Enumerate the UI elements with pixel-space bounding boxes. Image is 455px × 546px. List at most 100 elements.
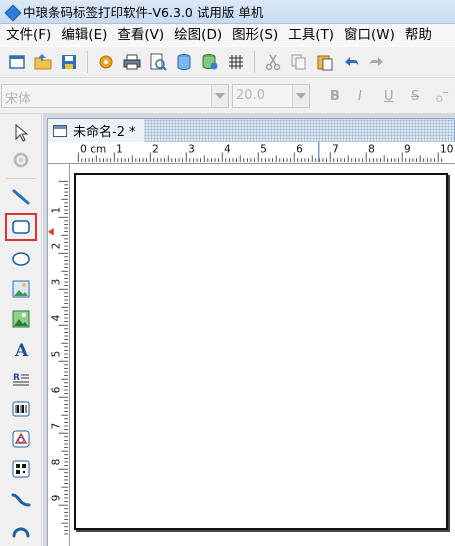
image-icon [12, 280, 30, 298]
print-button[interactable] [119, 49, 145, 75]
ruler-h-label: 5 [260, 144, 267, 156]
label-page[interactable] [74, 173, 448, 530]
ruler-h-label: 10 [440, 144, 453, 156]
rectangle-tool[interactable] [5, 213, 37, 241]
menu-view[interactable]: 查看(V) [112, 24, 169, 46]
toolbar-separator [87, 51, 88, 73]
database-icon [177, 54, 191, 71]
curve-line-icon [11, 493, 31, 507]
ruler-v-label: 7 [50, 423, 62, 430]
new-file-button[interactable] [4, 49, 30, 75]
italic-button[interactable]: I [358, 89, 362, 104]
settings-button[interactable] [93, 49, 119, 75]
font-family-select[interactable]: 宋体 [1, 84, 229, 108]
svg-text:A: A [14, 341, 29, 359]
undo-button[interactable] [338, 49, 364, 75]
new-window-icon [9, 55, 25, 69]
menu-help[interactable]: 帮助 [400, 24, 437, 46]
ruler-h-label: 6 [296, 144, 303, 156]
document-tab-strip: 未命名-2 * [47, 118, 455, 142]
menu-bar: 文件(F) 编辑(E) 查看(V) 绘图(D) 图形(S) 工具(T) 窗口(W… [0, 24, 455, 46]
ruler-v-label: 1 [50, 207, 62, 214]
select-tool[interactable] [8, 120, 34, 146]
scissors-icon [265, 54, 281, 71]
line-tool[interactable] [8, 184, 34, 210]
strikethrough-button[interactable]: S [411, 89, 419, 104]
grid-button[interactable] [223, 49, 249, 75]
cut-button[interactable] [260, 49, 286, 75]
undo-arrow-icon [345, 57, 358, 66]
menu-shape[interactable]: 图形(S) [227, 24, 283, 46]
triangle-shape-icon [12, 430, 30, 448]
shape-tool[interactable] [8, 426, 34, 452]
toolbar-separator [254, 51, 255, 73]
menu-window[interactable]: 窗口(W) [339, 24, 400, 46]
redo-button[interactable] [364, 49, 390, 75]
underline-button[interactable]: U [384, 89, 394, 104]
font-size-select[interactable]: 20.0 [232, 84, 310, 108]
open-file-button[interactable] [30, 49, 56, 75]
redo-arrow-icon [370, 57, 383, 66]
ruler-h-label: 9 [404, 144, 411, 156]
menu-file[interactable]: 文件(F) [0, 24, 56, 46]
menu-edit[interactable]: 编辑(E) [56, 24, 112, 46]
main-toolbar [0, 46, 455, 78]
window-title: 中琅条码标签打印软件-V6.3.0 试用版 单机 [23, 5, 264, 20]
text-style-icon [436, 92, 449, 102]
ellipse-icon [12, 252, 30, 266]
font-family-value: 宋体 [5, 92, 32, 107]
database-gear-icon [202, 54, 218, 70]
print-preview-icon [150, 53, 167, 71]
barcode-tool[interactable] [8, 396, 34, 422]
database-button[interactable] [171, 49, 197, 75]
copy-button[interactable] [286, 49, 312, 75]
text-style-button[interactable] [432, 84, 452, 110]
rich-text-tool[interactable]: R [8, 366, 34, 392]
document-area: 未命名-2 * 0 cm 1 2 3 4 5 6 7 8 9 10 1 2 3 4 5 6 7 8 9 [43, 114, 455, 546]
letter-a-icon: A [14, 341, 29, 359]
ruler-h-label: 8 [368, 144, 375, 156]
toolbox-separator [6, 178, 36, 179]
ruler-v-label: 8 [50, 459, 62, 466]
gear-icon [99, 55, 113, 69]
printer-icon [123, 54, 141, 70]
menu-tools[interactable]: 工具(T) [283, 24, 339, 46]
font-toolbar: 宋体 20.0 B I U S [0, 78, 455, 114]
image-tool[interactable] [8, 276, 34, 302]
rotate-icon [13, 152, 29, 168]
tab-document[interactable]: 未命名-2 * [48, 119, 144, 142]
drawing-toolbox: A R [0, 114, 42, 546]
save-disk-icon [62, 55, 76, 69]
open-folder-icon [34, 54, 52, 70]
ruler-v-label: 4 [50, 314, 62, 321]
save-button[interactable] [56, 49, 82, 75]
qrcode-tool[interactable] [8, 456, 34, 482]
print-preview-button[interactable] [145, 49, 171, 75]
ruler-v-label: 3 [50, 279, 62, 286]
menu-draw[interactable]: 绘图(D) [169, 24, 227, 46]
landscape-picture-icon [12, 310, 30, 328]
chevron-down-icon[interactable] [211, 85, 228, 107]
ruler-h-label: 4 [224, 144, 231, 156]
ruler-v-label: 6 [50, 386, 62, 393]
paste-icon [317, 55, 333, 71]
ruler-h-label: 2 [152, 144, 159, 156]
barcode-icon [12, 401, 30, 417]
ellipse-tool[interactable] [8, 246, 34, 272]
ruler-v-label: 2 [50, 243, 62, 250]
text-tool[interactable]: A [8, 336, 34, 362]
ruler-h-label: 3 [188, 144, 195, 156]
design-canvas[interactable]: 0 cm 1 2 3 4 5 6 7 8 9 10 1 2 3 4 5 6 7 8 9 [47, 142, 455, 546]
copy-icon [291, 54, 306, 70]
grid-icon [229, 55, 243, 69]
rotate-tool[interactable] [8, 146, 34, 172]
ruler-h-label: 7 [332, 144, 339, 156]
chevron-down-icon[interactable] [292, 85, 309, 107]
bold-button[interactable]: B [330, 89, 340, 104]
database-settings-button[interactable] [197, 49, 223, 75]
arc-tool[interactable] [8, 516, 34, 542]
document-icon [53, 124, 67, 137]
paste-button[interactable] [312, 49, 338, 75]
picture-tool[interactable] [8, 306, 34, 332]
curve-tool[interactable] [8, 486, 34, 512]
